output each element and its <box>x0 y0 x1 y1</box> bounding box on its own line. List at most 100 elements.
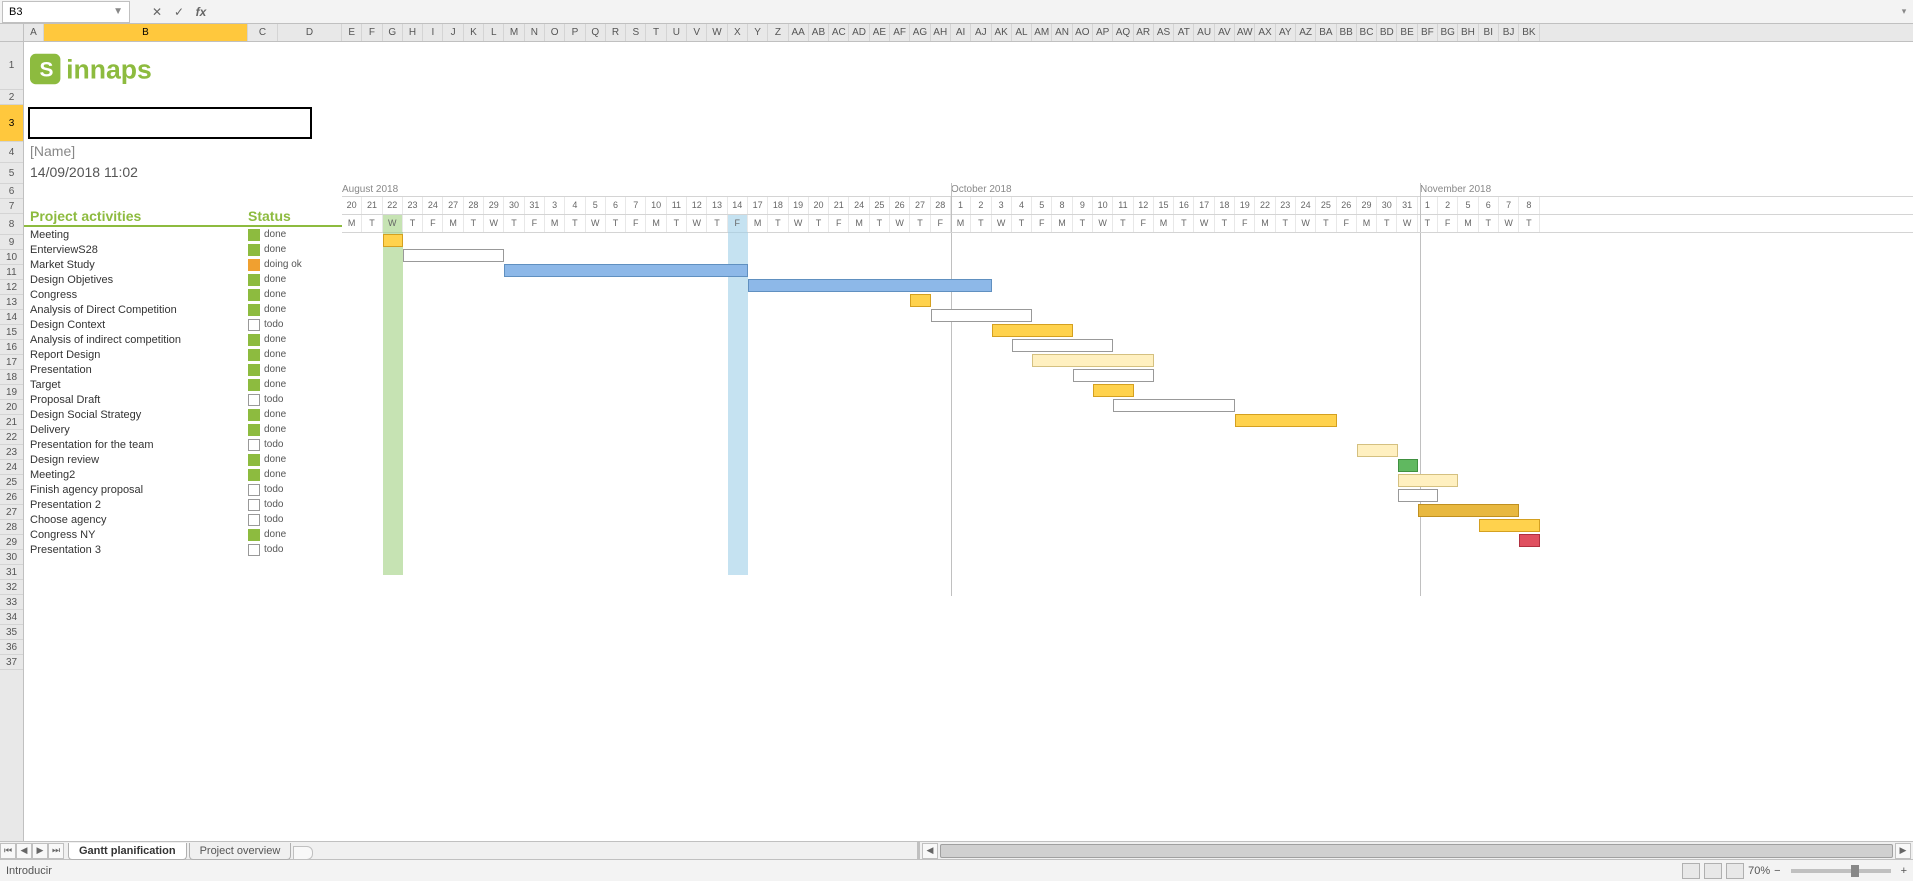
row-header-26[interactable]: 26 <box>0 490 23 505</box>
row-header-10[interactable]: 10 <box>0 250 23 265</box>
column-header-F[interactable]: F <box>362 24 382 41</box>
row-header-25[interactable]: 25 <box>0 475 23 490</box>
column-header-AJ[interactable]: AJ <box>971 24 991 41</box>
row-header-7[interactable]: 7 <box>0 199 23 214</box>
gantt-bar[interactable] <box>504 264 748 277</box>
activity-row[interactable]: Congress NYdone <box>24 527 342 542</box>
column-header-AO[interactable]: AO <box>1073 24 1093 41</box>
formula-input[interactable] <box>212 2 1895 22</box>
view-page-break-button[interactable] <box>1726 863 1744 879</box>
row-header-37[interactable]: 37 <box>0 655 23 670</box>
row-header-34[interactable]: 34 <box>0 610 23 625</box>
gantt-bar[interactable] <box>1519 534 1539 547</box>
column-header-AG[interactable]: AG <box>910 24 930 41</box>
column-header-Q[interactable]: Q <box>586 24 606 41</box>
row-header-8[interactable]: 8 <box>0 214 23 235</box>
row-header-17[interactable]: 17 <box>0 355 23 370</box>
activity-row[interactable]: Finish agency proposaltodo <box>24 482 342 497</box>
column-header-BH[interactable]: BH <box>1458 24 1478 41</box>
gantt-bar[interactable] <box>1032 354 1154 367</box>
expand-formula-icon[interactable]: ▾ <box>1895 6 1913 17</box>
view-page-layout-button[interactable] <box>1704 863 1722 879</box>
column-header-S[interactable]: S <box>626 24 646 41</box>
column-header-C[interactable]: C <box>248 24 278 41</box>
column-header-BC[interactable]: BC <box>1357 24 1377 41</box>
column-header-AP[interactable]: AP <box>1093 24 1113 41</box>
activity-row[interactable]: Meetingdone <box>24 227 342 242</box>
activity-row[interactable]: Presentationdone <box>24 362 342 377</box>
row-header-6[interactable]: 6 <box>0 184 23 199</box>
column-header-M[interactable]: M <box>504 24 524 41</box>
column-header-I[interactable]: I <box>423 24 443 41</box>
row-header-1[interactable]: 1 <box>0 42 23 90</box>
activity-row[interactable]: Design Social Strategydone <box>24 407 342 422</box>
scroll-right-button[interactable]: ▶ <box>1895 843 1911 859</box>
gantt-bar[interactable] <box>1398 489 1439 502</box>
column-header-BJ[interactable]: BJ <box>1499 24 1519 41</box>
activity-row[interactable]: Design Contexttodo <box>24 317 342 332</box>
row-header-15[interactable]: 15 <box>0 325 23 340</box>
gantt-bar[interactable] <box>1398 459 1418 472</box>
activity-row[interactable]: Design Objetivesdone <box>24 272 342 287</box>
name-box-dropdown-icon[interactable]: ▼ <box>113 6 123 17</box>
column-header-BF[interactable]: BF <box>1418 24 1438 41</box>
column-header-U[interactable]: U <box>667 24 687 41</box>
column-header-AR[interactable]: AR <box>1134 24 1154 41</box>
column-header-AN[interactable]: AN <box>1052 24 1072 41</box>
column-header-AK[interactable]: AK <box>992 24 1012 41</box>
first-sheet-button[interactable]: ⏮ <box>0 843 16 859</box>
tab-project-overview[interactable]: Project overview <box>189 843 292 860</box>
activity-row[interactable]: Congressdone <box>24 287 342 302</box>
row-header-20[interactable]: 20 <box>0 400 23 415</box>
column-header-L[interactable]: L <box>484 24 504 41</box>
row-header-33[interactable]: 33 <box>0 595 23 610</box>
activity-row[interactable]: Analysis of indirect competitiondone <box>24 332 342 347</box>
column-header-BB[interactable]: BB <box>1337 24 1357 41</box>
column-header-N[interactable]: N <box>525 24 545 41</box>
row-header-14[interactable]: 14 <box>0 310 23 325</box>
column-header-Z[interactable]: Z <box>768 24 788 41</box>
column-header-P[interactable]: P <box>565 24 585 41</box>
column-header-E[interactable]: E <box>342 24 362 41</box>
row-header-31[interactable]: 31 <box>0 565 23 580</box>
activity-row[interactable]: Deliverydone <box>24 422 342 437</box>
gantt-bar[interactable] <box>1357 444 1398 457</box>
cancel-button[interactable]: ✕ <box>146 2 168 22</box>
gantt-bar[interactable] <box>383 234 403 247</box>
row-header-23[interactable]: 23 <box>0 445 23 460</box>
column-header-AX[interactable]: AX <box>1255 24 1275 41</box>
row-header-4[interactable]: 4 <box>0 142 23 163</box>
gantt-bar[interactable] <box>992 324 1073 337</box>
activity-row[interactable]: EnterviewS28done <box>24 242 342 257</box>
column-header-K[interactable]: K <box>464 24 484 41</box>
column-header-BD[interactable]: BD <box>1377 24 1397 41</box>
column-header-BE[interactable]: BE <box>1397 24 1417 41</box>
column-header-AE[interactable]: AE <box>870 24 890 41</box>
add-sheet-button[interactable] <box>293 846 313 860</box>
column-header-BI[interactable]: BI <box>1479 24 1499 41</box>
column-header-B[interactable]: B <box>44 24 248 41</box>
column-header-AB[interactable]: AB <box>809 24 829 41</box>
activity-row[interactable]: Meeting2done <box>24 467 342 482</box>
row-header-27[interactable]: 27 <box>0 505 23 520</box>
row-header-30[interactable]: 30 <box>0 550 23 565</box>
row-header-22[interactable]: 22 <box>0 430 23 445</box>
row-header-11[interactable]: 11 <box>0 265 23 280</box>
activity-row[interactable]: Targetdone <box>24 377 342 392</box>
name-box[interactable]: B3 ▼ <box>2 1 130 23</box>
column-header-AS[interactable]: AS <box>1154 24 1174 41</box>
column-header-Y[interactable]: Y <box>748 24 768 41</box>
column-header-AI[interactable]: AI <box>951 24 971 41</box>
gantt-bar[interactable] <box>910 294 930 307</box>
activity-row[interactable]: Proposal Drafttodo <box>24 392 342 407</box>
next-sheet-button[interactable]: ▶ <box>32 843 48 859</box>
gantt-bar[interactable] <box>1479 519 1540 532</box>
gantt-bar[interactable] <box>403 249 505 262</box>
column-header-BG[interactable]: BG <box>1438 24 1458 41</box>
row-header-19[interactable]: 19 <box>0 385 23 400</box>
row-header-2[interactable]: 2 <box>0 90 23 105</box>
column-header-G[interactable]: G <box>383 24 403 41</box>
column-header-AY[interactable]: AY <box>1276 24 1296 41</box>
column-header-X[interactable]: X <box>728 24 748 41</box>
column-header-BK[interactable]: BK <box>1519 24 1539 41</box>
